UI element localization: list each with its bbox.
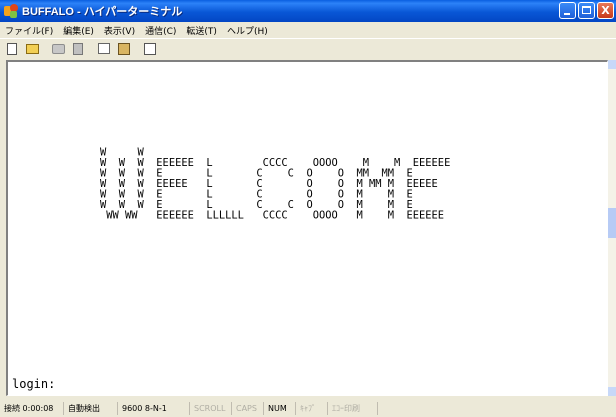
open-button[interactable]	[23, 41, 41, 57]
menu-view[interactable]: 表示(V)	[99, 24, 140, 37]
status-capture: ｷｬﾌﾟ	[296, 402, 328, 415]
vertical-scrollbar[interactable]	[608, 60, 616, 396]
window-title: BUFFALO - ハイパーターミナル	[22, 6, 183, 18]
hyperterminal-app-icon[interactable]	[4, 4, 18, 18]
open-folder-icon	[25, 43, 39, 54]
title-bar: BUFFALO - ハイパーターミナル X	[0, 0, 616, 22]
terminal-window[interactable]: W W W W W EEEEEE L CCCC OOOO M M EEEEEE …	[6, 60, 608, 396]
minimize-button[interactable]	[559, 2, 576, 19]
status-auto-detect: 自動検出	[64, 402, 118, 415]
scroll-thumb[interactable]	[608, 208, 616, 238]
maximize-icon	[582, 6, 591, 14]
menu-bar: ファイル(F) 編集(E) 表示(V) 通信(C) 転送(T) ヘルプ(H)	[0, 22, 616, 38]
disconnect-button[interactable]	[69, 41, 87, 57]
receive-icon	[118, 42, 130, 55]
status-connected-time: 接続 0:00:08	[0, 402, 64, 415]
properties-button[interactable]	[141, 41, 159, 57]
status-echo-print: ｴｺｰ印刷	[328, 402, 378, 415]
maximize-button[interactable]	[578, 2, 595, 19]
new-file-icon	[7, 42, 17, 55]
send-button[interactable]	[95, 41, 113, 57]
menu-file[interactable]: ファイル(F)	[0, 24, 58, 37]
close-icon: X	[601, 4, 610, 17]
welcome-banner: W W W W W EEEEEE L CCCC OOOO M M EEEEEE …	[100, 145, 451, 222]
connect-icon	[51, 43, 65, 54]
close-button[interactable]: X	[597, 2, 614, 19]
login-prompt: login:	[12, 377, 56, 391]
status-num: NUM	[264, 402, 296, 415]
properties-icon	[144, 42, 156, 55]
menu-edit[interactable]: 編集(E)	[58, 24, 99, 37]
new-connection-button[interactable]	[3, 41, 21, 57]
status-port-settings: 9600 8-N-1	[118, 402, 190, 415]
status-scroll: SCROLL	[190, 402, 232, 415]
menu-call[interactable]: 通信(C)	[140, 24, 181, 37]
menu-help[interactable]: ヘルプ(H)	[222, 24, 273, 37]
call-button[interactable]	[49, 41, 67, 57]
menu-transfer[interactable]: 転送(T)	[181, 24, 222, 37]
status-bar: 接続 0:00:08 自動検出 9600 8-N-1 SCROLL CAPS N…	[0, 400, 616, 417]
toolbar	[0, 38, 616, 58]
scroll-down-icon[interactable]	[608, 387, 616, 396]
send-icon	[98, 43, 110, 54]
receive-button[interactable]	[115, 41, 133, 57]
scroll-up-icon[interactable]	[608, 60, 616, 69]
disconnect-icon	[73, 42, 83, 55]
status-caps: CAPS	[232, 402, 264, 415]
window-controls: X	[559, 2, 614, 19]
minimize-icon	[564, 13, 570, 15]
terminal-screen[interactable]: W W W W W EEEEEE L CCCC OOOO M M EEEEEE …	[8, 62, 607, 395]
